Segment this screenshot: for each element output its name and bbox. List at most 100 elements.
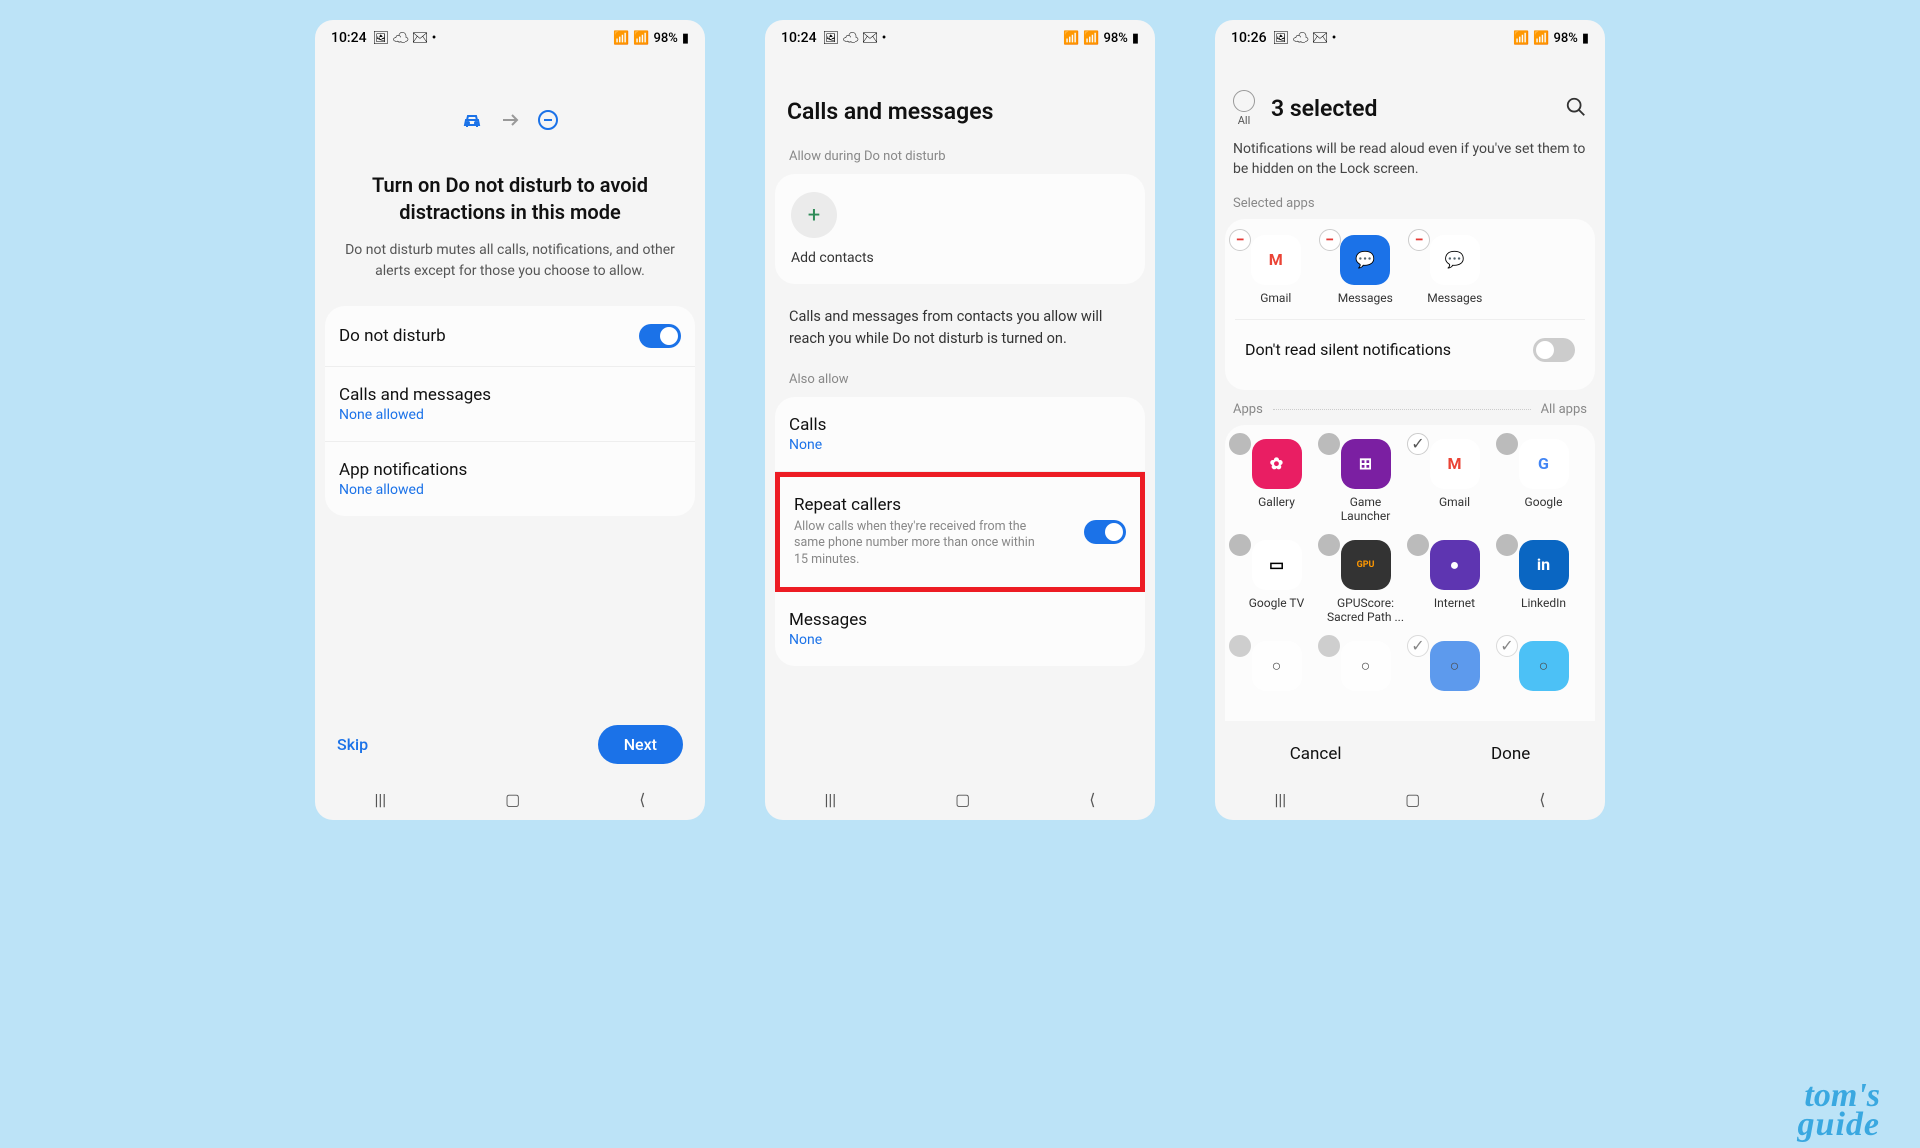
also-allow-card: Calls None Repeat callers Allow calls wh… [775, 397, 1145, 667]
remove-icon[interactable]: − [1229, 229, 1251, 251]
status-time: 10:24 [781, 30, 817, 46]
dnd-toggle[interactable] [639, 324, 681, 348]
home-button[interactable]: ▢ [955, 790, 970, 809]
status-notification-icons: 🖼 ☁ ✉ • [1273, 31, 1337, 46]
next-button[interactable]: Next [598, 725, 683, 764]
remove-icon[interactable]: − [1319, 229, 1341, 251]
status-time: 10:26 [1231, 30, 1267, 46]
home-button[interactable]: ▢ [1405, 790, 1420, 809]
dnd-label: Do not disturb [339, 326, 446, 346]
navigation-bar: ||| ▢ ⟨ [315, 778, 705, 820]
selected-app-gmail[interactable]: M − Gmail [1235, 235, 1317, 305]
repeat-label: Repeat callers [794, 495, 1044, 515]
messages-row[interactable]: Messages None [775, 592, 1145, 666]
cancel-button[interactable]: Cancel [1290, 744, 1342, 764]
back-button[interactable]: ⟨ [639, 790, 645, 809]
select-all[interactable]: All [1233, 90, 1255, 127]
battery-icon: ▮ [1582, 31, 1589, 46]
mode-icons [315, 108, 705, 132]
arrow-icon [498, 108, 522, 132]
messages-icon: 💬 [1355, 250, 1375, 269]
silent-notifications-row[interactable]: Don't read silent notifications [1235, 319, 1585, 380]
checkbox-icon [1318, 635, 1340, 657]
selected-app-messages[interactable]: 💬 − Messages [1325, 235, 1407, 305]
signal-icon: 📶 [1533, 31, 1549, 46]
app-partial[interactable]: ○ [1235, 641, 1318, 691]
calls-label: Calls and messages [339, 385, 491, 405]
check-icon: ✓ [1407, 433, 1429, 455]
all-apps-button[interactable]: All apps [1541, 402, 1587, 417]
phone-screen-3: 10:26 🖼 ☁ ✉ • 📶 📶 98% ▮ All 3 selected N… [1215, 20, 1605, 820]
dnd-icon [536, 108, 560, 132]
calls-sub: None [789, 437, 826, 453]
battery-icon: ▮ [1132, 31, 1139, 46]
app-game-launcher[interactable]: ⊞Game Launcher [1324, 439, 1407, 524]
status-bar: 10:24 🖼 ☁ ✉ • 📶 📶 98% ▮ [315, 20, 705, 50]
app-name: Gmail [1260, 291, 1291, 305]
app-internet[interactable]: ●Internet [1413, 540, 1496, 625]
selected-apps-label: Selected apps [1215, 180, 1605, 219]
app-google-tv[interactable]: ▭Google TV [1235, 540, 1318, 625]
back-button[interactable]: ⟨ [1089, 790, 1095, 809]
dnd-toggle-row[interactable]: Do not disturb [325, 306, 695, 367]
recents-button[interactable]: ||| [824, 790, 836, 809]
remove-icon[interactable]: − [1408, 229, 1430, 251]
recents-button[interactable]: ||| [1274, 790, 1286, 809]
checkbox-icon [1496, 433, 1518, 455]
app-partial[interactable]: ○✓ [1502, 641, 1585, 691]
repeat-callers-row[interactable]: Repeat callers Allow calls when they're … [775, 472, 1145, 593]
app-notifications-row[interactable]: App notifications None allowed [325, 442, 695, 516]
app-partial[interactable]: ○ [1324, 641, 1407, 691]
recents-button[interactable]: ||| [374, 790, 386, 809]
app-name: Messages [1427, 291, 1482, 305]
bottom-actions: Cancel Done [1215, 730, 1605, 778]
checkbox-icon [1318, 534, 1340, 556]
selected-app-messages2[interactable]: 💬 − Messages [1414, 235, 1496, 305]
silent-label: Don't read silent notifications [1245, 340, 1451, 359]
add-contact-button[interactable]: + [791, 192, 837, 238]
car-icon [460, 108, 484, 132]
battery-percent: 98% [1553, 31, 1577, 46]
search-button[interactable] [1565, 96, 1587, 122]
home-button[interactable]: ▢ [505, 790, 520, 809]
silent-toggle[interactable] [1533, 338, 1575, 362]
calls-row[interactable]: Calls None [775, 397, 1145, 472]
app-gallery[interactable]: ✿Gallery [1235, 439, 1318, 524]
done-button[interactable]: Done [1491, 744, 1530, 764]
battery-icon: ▮ [682, 31, 689, 46]
repeat-toggle[interactable] [1084, 520, 1126, 544]
status-notification-icons: 🖼 ☁ ✉ • [373, 31, 437, 46]
app-gmail[interactable]: M✓Gmail [1413, 439, 1496, 524]
allow-label: Allow during Do not disturb [765, 149, 1155, 174]
all-apps-grid: ✿Gallery ⊞Game Launcher M✓Gmail GGoogle … [1225, 425, 1595, 721]
note-text: Notifications will be read aloud even if… [1215, 139, 1605, 180]
checkbox-icon [1318, 433, 1340, 455]
messages-label: Messages [789, 610, 867, 630]
app-name: Messages [1338, 291, 1393, 305]
status-time: 10:24 [331, 30, 367, 46]
apps-label: Apps [1233, 402, 1263, 417]
checkbox-icon [1233, 90, 1255, 112]
status-bar: 10:24 🖼 ☁ ✉ • 📶 📶 98% ▮ [765, 20, 1155, 50]
status-notification-icons: 🖼 ☁ ✉ • [823, 31, 887, 46]
selected-apps-card: M − Gmail 💬 − Messages 💬 − Messages Don'… [1225, 219, 1595, 390]
calls-messages-row[interactable]: Calls and messages None allowed [325, 367, 695, 442]
wifi-icon: 📶 [613, 31, 629, 46]
status-right: 📶 📶 98% ▮ [1513, 31, 1589, 46]
apps-label: App notifications [339, 460, 467, 480]
calls-sub: None allowed [339, 407, 491, 423]
plus-icon: + [808, 203, 820, 228]
check-icon: ✓ [1496, 635, 1518, 657]
skip-button[interactable]: Skip [337, 735, 368, 754]
checkbox-icon [1229, 433, 1251, 455]
gmail-icon: M [1269, 250, 1283, 269]
info-text: Calls and messages from contacts you all… [765, 284, 1155, 372]
app-partial[interactable]: ○✓ [1413, 641, 1496, 691]
wifi-icon: 📶 [1063, 31, 1079, 46]
app-gpuscore[interactable]: GPUGPUScore: Sacred Path ... [1324, 540, 1407, 625]
app-linkedin[interactable]: inLinkedIn [1502, 540, 1585, 625]
page-title: Calls and messages [765, 50, 1155, 149]
back-button[interactable]: ⟨ [1539, 790, 1545, 809]
app-google[interactable]: GGoogle [1502, 439, 1585, 524]
status-right: 📶 📶 98% ▮ [613, 31, 689, 46]
